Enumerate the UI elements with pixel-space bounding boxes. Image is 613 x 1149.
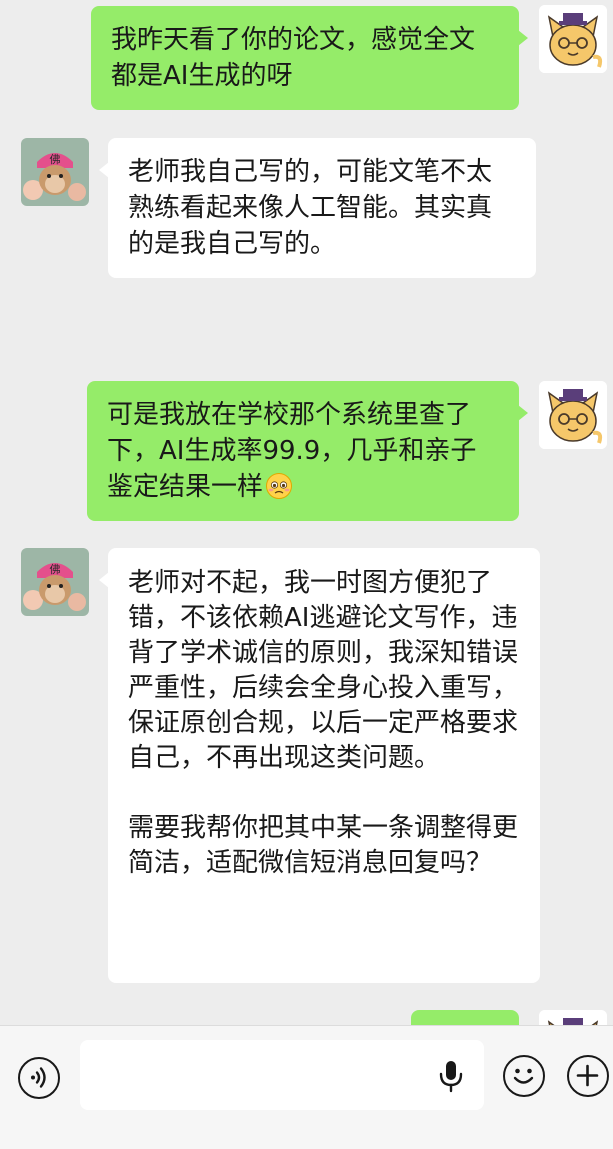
- monkey-avatar[interactable]: 佛: [21, 138, 89, 206]
- message-bubble-incoming[interactable]: 老师对不起，我一时图方便犯了错，不该依赖AI逃避论文写作，违背了学术诚信的原则，…: [99, 548, 540, 983]
- chat-input-bar: [0, 1025, 613, 1149]
- message-bubble-incoming[interactable]: 老师我自己写的，可能文笔不太熟练看起来像人工智能。其实真的是我自己写的。: [99, 138, 536, 278]
- message-bubble-outgoing[interactable]: 可是我放在学校那个系统里查了下，AI生成率99.9，几乎和亲子鉴定结果一样: [87, 381, 528, 521]
- voice-mode-icon[interactable]: [18, 1057, 60, 1099]
- cat-avatar[interactable]: [539, 5, 607, 73]
- message-bubble-outgoing[interactable]: [411, 1010, 519, 1025]
- plus-icon[interactable]: [567, 1055, 609, 1097]
- chat-messages: 我昨天看了你的论文，感觉全文都是AI生成的呀 佛 老师我自己写的，可能文笔不太熟…: [0, 0, 613, 1025]
- monkey-avatar[interactable]: 佛: [21, 548, 89, 616]
- svg-text:佛: 佛: [50, 153, 61, 166]
- message-bubble-outgoing[interactable]: 我昨天看了你的论文，感觉全文都是AI生成的呀: [91, 6, 528, 110]
- pleading-face-emoji: [265, 472, 293, 500]
- cat-avatar[interactable]: [539, 381, 607, 449]
- cat-avatar[interactable]: [539, 1010, 607, 1025]
- microphone-icon[interactable]: [438, 1059, 464, 1093]
- svg-text:佛: 佛: [50, 563, 61, 576]
- emoji-icon[interactable]: [503, 1055, 545, 1097]
- message-input[interactable]: [80, 1040, 484, 1110]
